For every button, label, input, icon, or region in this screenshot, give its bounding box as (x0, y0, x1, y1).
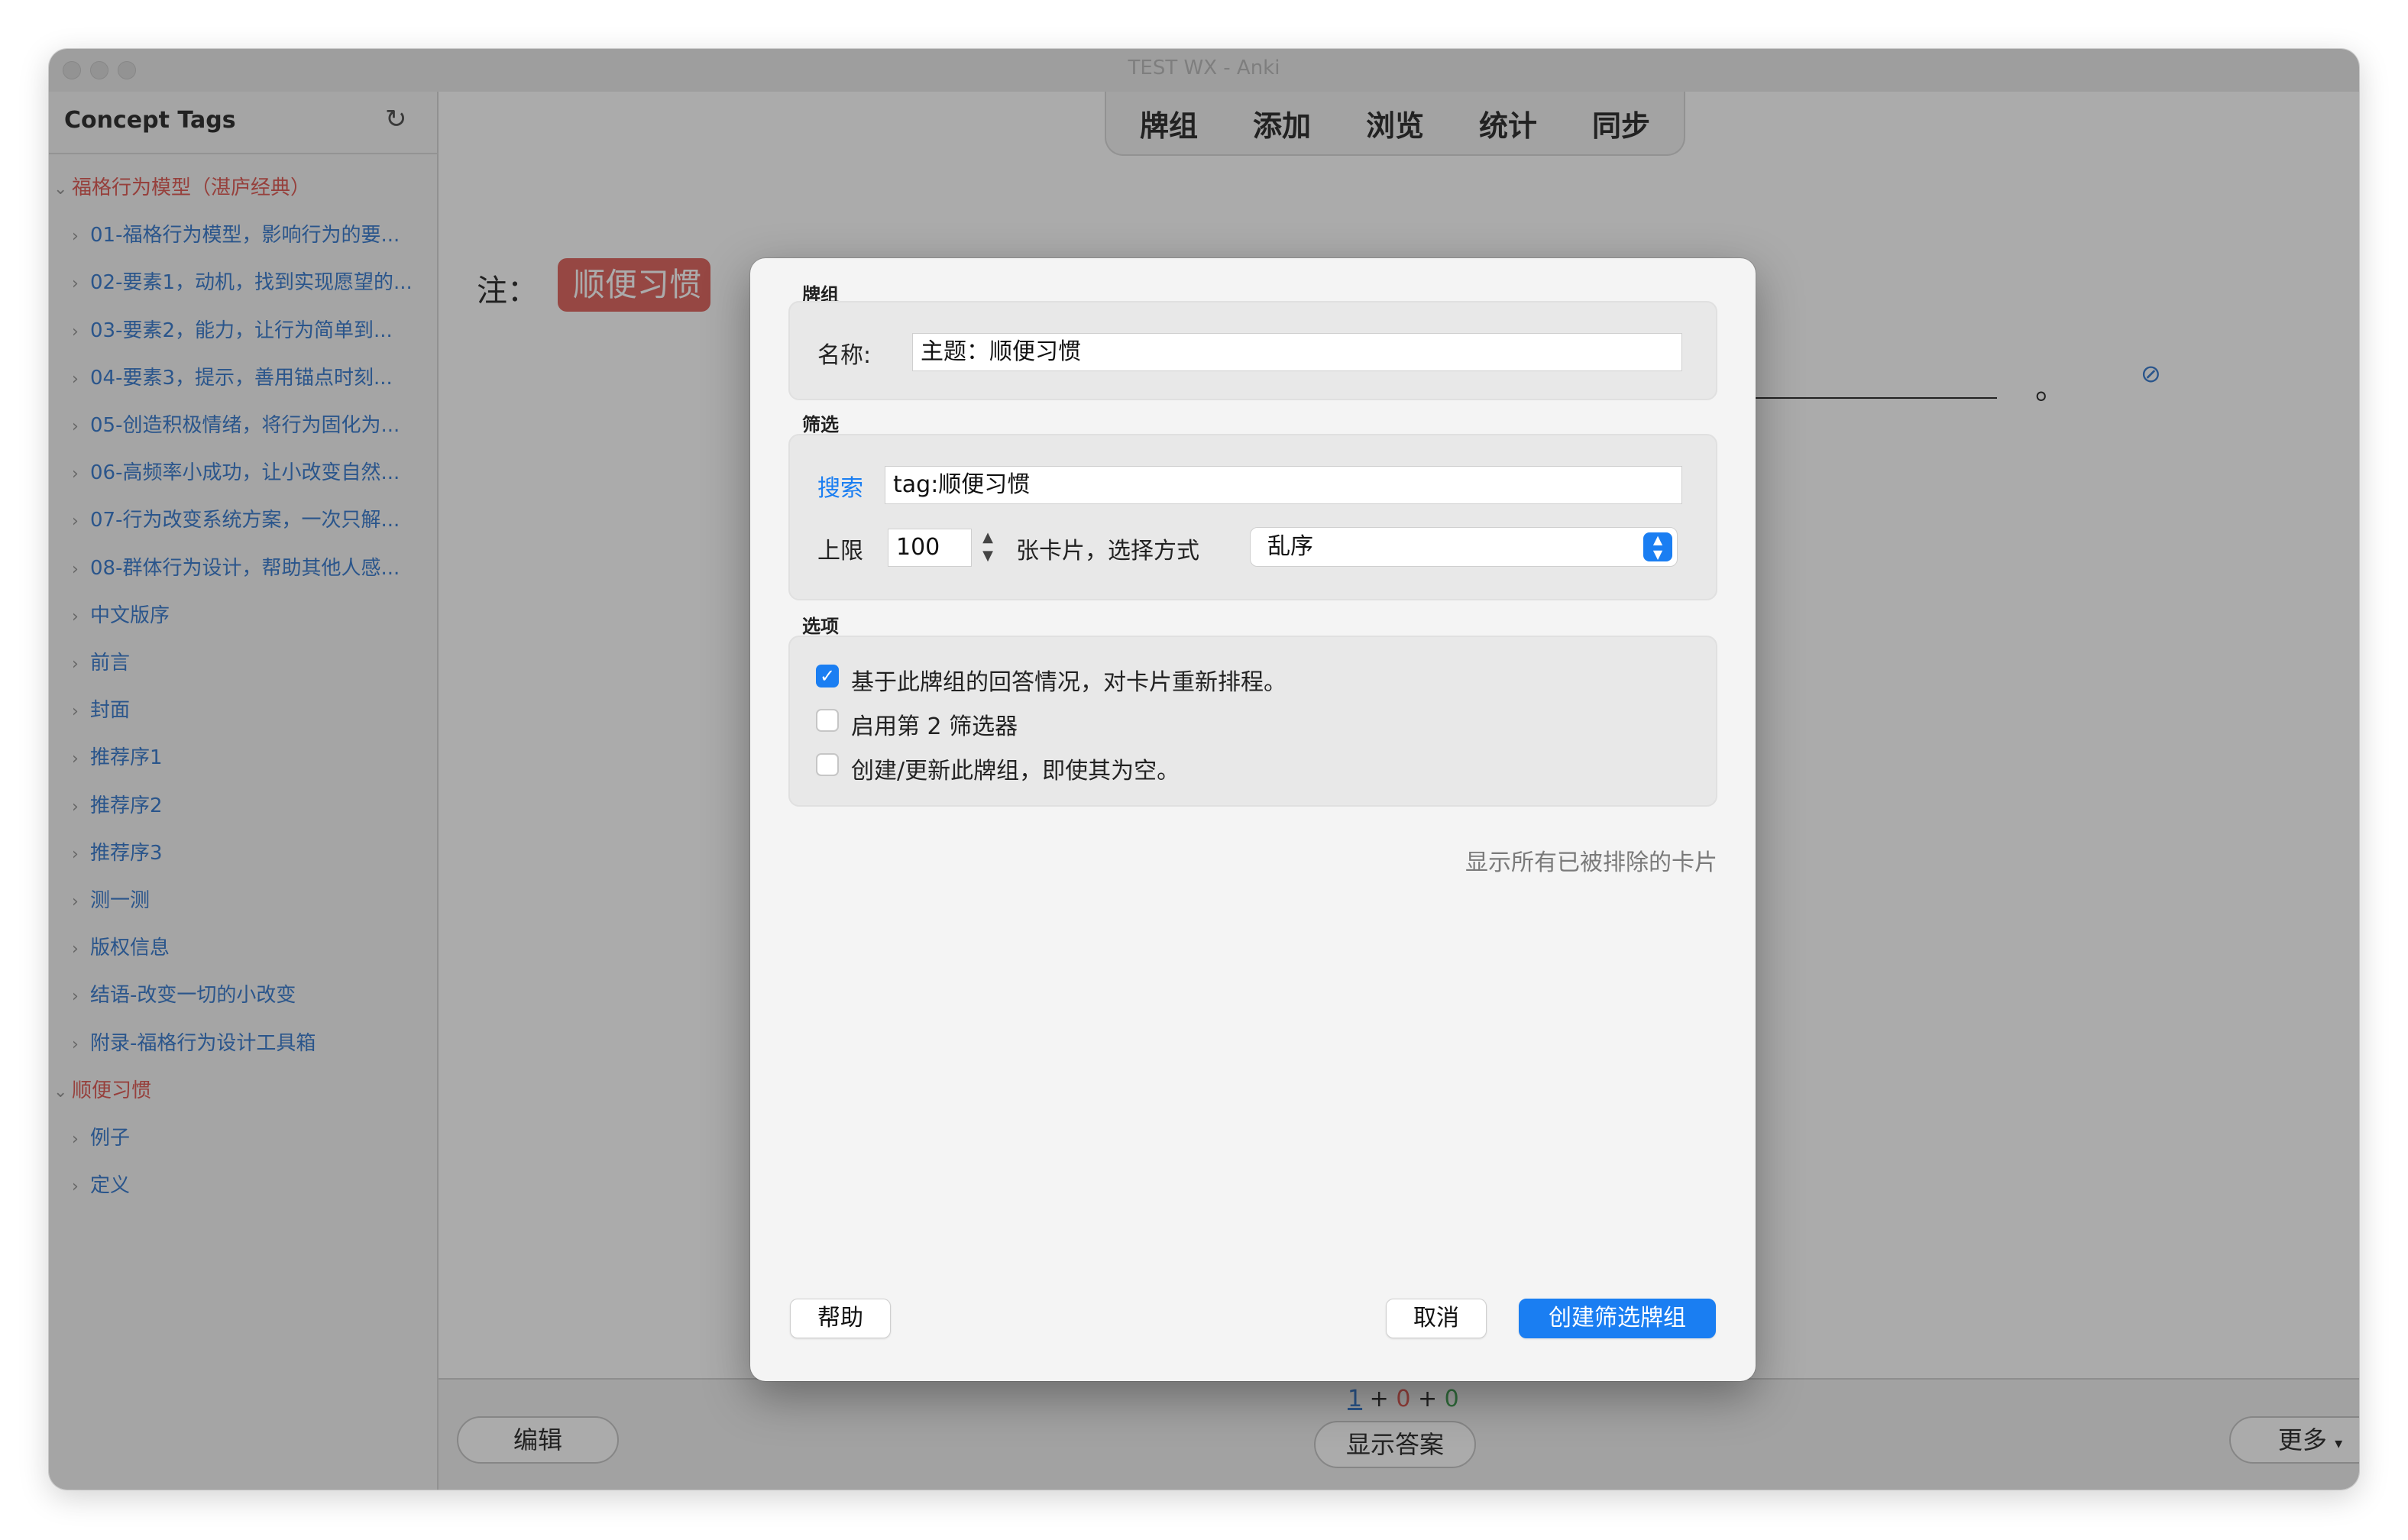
cancel-button[interactable]: 取消 (1386, 1299, 1487, 1338)
limit-label: 上限 (817, 538, 863, 565)
reschedule-label: 基于此牌组的回答情况，对卡片重新排程。 (851, 669, 1287, 696)
name-label: 名称: (817, 342, 872, 369)
order-select[interactable]: 乱序 ▲ ▼ (1250, 527, 1678, 567)
order-select-value: 乱序 (1267, 533, 1313, 560)
filtered-deck-dialog: 牌组 名称: 主题：顺便习惯 筛选 搜索 tag:顺便习惯 上限 100 ▲ ▼… (750, 258, 1756, 1381)
help-button[interactable]: 帮助 (790, 1299, 891, 1338)
stepper-up-icon[interactable]: ▲ (976, 529, 999, 547)
deck-section-box: 名称: 主题：顺便习惯 (788, 301, 1717, 400)
second-filter-label: 启用第 2 筛选器 (851, 713, 1018, 740)
options-section-box: ✓ 基于此牌组的回答情况，对卡片重新排程。 启用第 2 筛选器 创建/更新此牌组… (788, 636, 1717, 807)
limit-input[interactable]: 100 (888, 529, 972, 567)
filter-section-box: 搜索 tag:顺便习惯 上限 100 ▲ ▼ 张卡片，选择方式 乱序 ▲ ▼ (788, 434, 1717, 600)
limit-stepper[interactable]: ▲ ▼ (976, 529, 999, 567)
select-arrows-icon: ▲ ▼ (1643, 532, 1672, 561)
create-empty-checkbox[interactable] (816, 753, 839, 776)
filter-section-title: 筛选 (802, 414, 839, 435)
second-filter-checkbox[interactable] (816, 709, 839, 732)
deck-name-input[interactable]: 主题：顺便习惯 (912, 333, 1682, 371)
anki-window: TEST WX - Anki Concept Tags ↻ ⌄ 福格行为模型（湛庐… (49, 49, 2359, 1490)
create-empty-label: 创建/更新此牌组，即使其为空。 (851, 758, 1180, 785)
show-excluded-cards-link[interactable]: 显示所有已被排除的卡片 (1465, 843, 1717, 877)
cards-order-label: 张卡片，选择方式 (1016, 538, 1199, 565)
search-link[interactable]: 搜索 (817, 469, 863, 503)
reschedule-checkbox[interactable]: ✓ (816, 665, 839, 688)
create-filtered-deck-button[interactable]: 创建筛选牌组 (1519, 1299, 1716, 1338)
search-query-input[interactable]: tag:顺便习惯 (885, 466, 1682, 504)
options-section-title: 选项 (802, 616, 839, 637)
stepper-down-icon[interactable]: ▼ (976, 547, 999, 565)
